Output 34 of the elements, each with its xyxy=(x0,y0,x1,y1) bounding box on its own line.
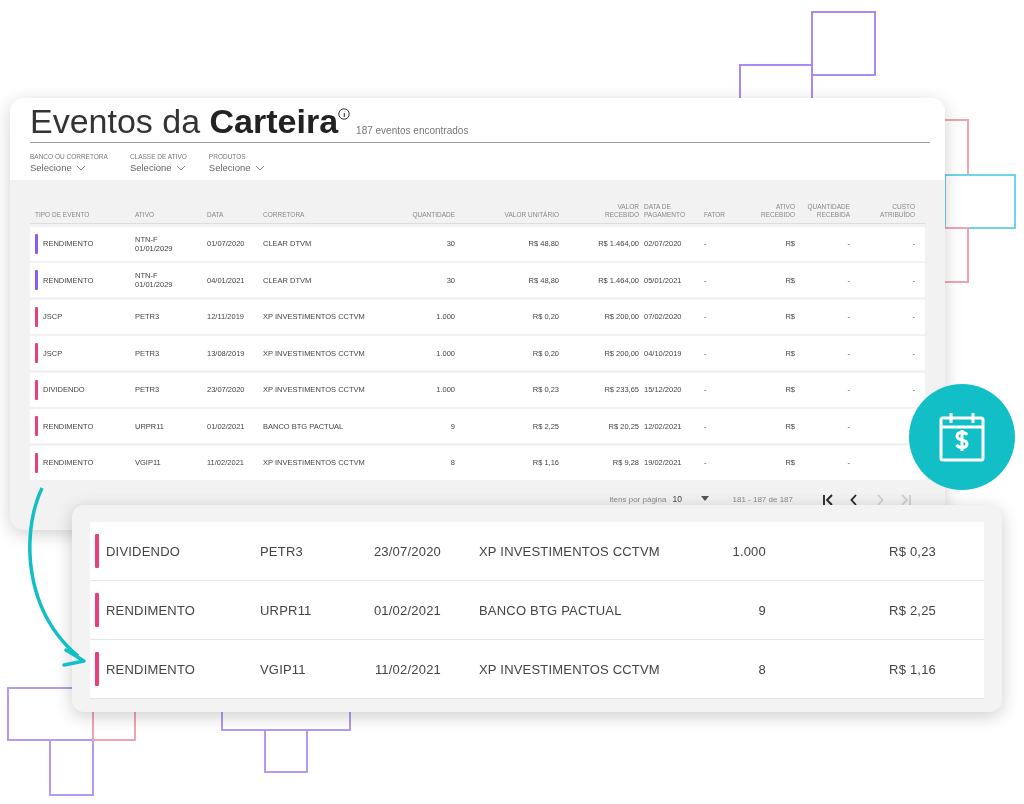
table-cell-text: VGIP11 xyxy=(260,661,307,677)
table-cell-text: 11/02/2021 xyxy=(373,661,442,677)
chevron-down-icon xyxy=(75,164,86,171)
page-title: Eventos da Carteira xyxy=(30,102,339,140)
table-cell-text: 23/07/2020 xyxy=(372,543,442,559)
table-row[interactable]: DIVIDENDO PETR3 23/07/2020 XP INVESTIMENTOS CCTVM 1.000 R$ 0,23 xyxy=(90,522,984,581)
filter-dropdown[interactable]: Selecione xyxy=(30,162,108,173)
caret-icon xyxy=(700,496,709,501)
chevron-down-icon xyxy=(175,164,186,171)
page-range: 181 - 187 de 187 xyxy=(732,495,793,504)
filter-dropdown[interactable]: Selecione xyxy=(129,162,187,173)
info-icon[interactable] xyxy=(338,108,351,120)
table-row[interactable]: RENDIMENTO URPR11 01/02/2021 BANCO BTG PACTUAL 9 R$ 2,25 xyxy=(90,581,984,640)
table-cell-text: 8 xyxy=(757,661,767,677)
table-cell-text: R$ 2,25 xyxy=(888,602,937,618)
chevron-down-icon xyxy=(254,164,265,171)
table-cell-text: URPR11 xyxy=(260,602,313,618)
results-count: 187 eventos encontrados xyxy=(356,125,469,136)
table-cell-text: XP INVESTIMENTOS CCTVM xyxy=(478,661,661,677)
table-cell: RENDIMENTO xyxy=(106,661,196,677)
table-cell: RENDIMENTO xyxy=(106,602,196,618)
table-cell-text: BANCO BTG PACTUAL xyxy=(478,602,623,618)
table-cell-text: R$ 1,16 xyxy=(888,661,937,677)
table-cell: DIVIDENDO xyxy=(106,543,181,559)
table-cell-text: 9 xyxy=(757,602,767,618)
calendar-dollar-icon xyxy=(938,411,986,463)
table-row[interactable]: RENDIMENTO VGIP11 11/02/2021 XP INVESTIMENTOS CCTVM 8 R$ 1,16 xyxy=(90,640,984,699)
table-cell-text: 1.000 xyxy=(731,543,767,559)
page-size-label: Itens por página xyxy=(609,495,667,504)
table-cell-text: 01/02/2021 xyxy=(372,602,442,618)
table-cell-text: XP INVESTIMENTOS CCTVM xyxy=(478,543,661,559)
table-cell-text: PETR3 xyxy=(260,543,304,559)
filter-dropdown[interactable]: Selecione xyxy=(208,162,265,173)
table-cell-text: R$ 0,23 xyxy=(888,543,937,559)
